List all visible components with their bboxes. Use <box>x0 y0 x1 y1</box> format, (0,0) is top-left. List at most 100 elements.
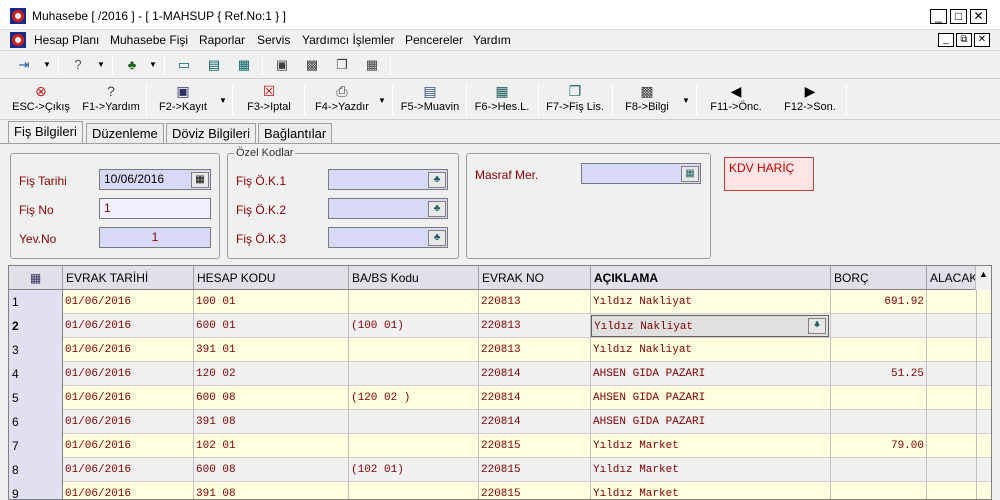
cell-aciklama[interactable]: Yıldız Market <box>591 434 831 458</box>
report-icon[interactable]: ▣ <box>272 56 292 74</box>
column-ba-bs-kodu[interactable]: BA/BS Kodu <box>349 266 479 290</box>
menu-raporlar[interactable]: Raporlar <box>199 33 245 47</box>
menu-servis[interactable]: Servis <box>257 33 290 47</box>
cell-alacak[interactable] <box>927 434 977 458</box>
f2-save-button[interactable]: ▣ F2->Kayıt <box>152 82 214 118</box>
cell-evrak-tarihi[interactable]: 01/06/2016 <box>63 458 194 482</box>
cell-evrak-tarihi[interactable]: 01/06/2016 <box>63 410 194 434</box>
cell-aciklama[interactable]: AHSEN GIDA PAZARI <box>591 386 831 410</box>
mdi-restore-button[interactable]: ⧉ <box>956 33 972 47</box>
list-icon[interactable]: ▦ <box>234 56 254 74</box>
form-icon[interactable]: ▤ <box>204 56 224 74</box>
chevron-down-icon[interactable]: ▼ <box>681 92 691 110</box>
cell-alacak[interactable] <box>927 386 977 410</box>
table-row[interactable]: 2 01/06/2016 600 01 (100 01) 220813 Yıldız Na… <box>9 314 991 338</box>
cell-evrak-no[interactable]: 220813 <box>479 314 591 338</box>
cell-evrak-no[interactable]: 220815 <box>479 458 591 482</box>
cell-evrak-tarihi[interactable]: 01/06/2016 <box>63 338 194 362</box>
cell-evrak-no[interactable]: 220815 <box>479 434 591 458</box>
table-row[interactable]: 7 01/06/2016 102 01 220815 Yıldız Market 79.0… <box>9 434 991 458</box>
f12-next-button[interactable]: ▶ F12->Son. <box>776 82 844 118</box>
cell-aciklama[interactable]: Yıldız Market <box>591 458 831 482</box>
cell-ba-bs-kodu[interactable]: (102 01) <box>349 458 479 482</box>
tab-fis-bilgileri[interactable]: Fiş Bilgileri <box>8 121 83 144</box>
f5-muavin-button[interactable]: ▤ F5->Muavin <box>396 82 464 118</box>
exit-door-icon[interactable]: ⇥ <box>14 56 34 74</box>
row-number[interactable]: 1 <box>9 290 63 314</box>
close-button[interactable]: ✕ <box>970 9 987 24</box>
menu-hesap-plani[interactable]: Hesap Planı <box>34 33 99 47</box>
cell-hesap-kodu[interactable]: 120 02 <box>194 362 349 386</box>
cell-borc[interactable]: 51.25 <box>831 362 927 386</box>
cell-hesap-kodu[interactable]: 391 01 <box>194 338 349 362</box>
cell-alacak[interactable] <box>927 362 977 386</box>
table-icon[interactable]: ▦ <box>362 56 382 74</box>
esc-exit-button[interactable]: ⊗ ESC->Çıkış <box>8 82 74 118</box>
cell-hesap-kodu[interactable]: 600 08 <box>194 386 349 410</box>
list-lookup-icon[interactable]: ▦ <box>681 166 699 182</box>
window-icon[interactable]: ▭ <box>174 56 194 74</box>
chevron-down-icon[interactable]: ▼ <box>377 92 387 110</box>
cell-hesap-kodu[interactable]: 391 08 <box>194 482 349 499</box>
cell-evrak-tarihi[interactable]: 01/06/2016 <box>63 314 194 338</box>
cell-borc[interactable] <box>831 386 927 410</box>
calendar-icon[interactable]: ▦ <box>191 172 209 188</box>
cell-alacak[interactable] <box>927 458 977 482</box>
table-row[interactable]: 4 01/06/2016 120 02 220814 AHSEN GIDA PAZARI… <box>9 362 991 386</box>
cell-borc[interactable] <box>831 314 927 338</box>
cell-alacak[interactable] <box>927 290 977 314</box>
cell-alacak[interactable] <box>927 410 977 434</box>
cell-aciklama[interactable]: Yıldız Nakliyat ♣ <box>591 314 831 338</box>
cell-aciklama[interactable]: Yıldız Nakliyat <box>591 290 831 314</box>
row-number[interactable]: 6 <box>9 410 63 434</box>
menu-yardim[interactable]: Yardım <box>473 33 511 47</box>
f1-help-button[interactable]: ? F1->Yardım <box>80 82 142 118</box>
aciklama-edit-field[interactable]: Yıldız Nakliyat ♣ <box>591 315 829 337</box>
menu-yardimci-islemler[interactable]: Yardımcı İşlemler <box>302 33 394 47</box>
minimize-button[interactable]: _ <box>930 9 947 24</box>
cell-evrak-tarihi[interactable]: 01/06/2016 <box>63 482 194 499</box>
cell-hesap-kodu[interactable]: 102 01 <box>194 434 349 458</box>
f3-cancel-button[interactable]: ☒ F3->Iptal <box>238 82 300 118</box>
cell-ba-bs-kodu[interactable] <box>349 290 479 314</box>
row-number[interactable]: 8 <box>9 458 63 482</box>
help-icon[interactable]: ? <box>68 56 88 74</box>
f11-previous-button[interactable]: ◀ F11->Önc. <box>702 82 770 118</box>
cell-borc[interactable]: 691.92 <box>831 290 927 314</box>
row-number[interactable]: 9 <box>9 482 63 499</box>
mdi-close-button[interactable]: ✕ <box>974 33 990 47</box>
column-evrak-tarihi[interactable]: EVRAK TARİHİ <box>63 266 194 290</box>
table-row[interactable]: 3 01/06/2016 391 01 220813 Yıldız Nakliyat <box>9 338 991 362</box>
cell-ba-bs-kodu[interactable] <box>349 482 479 499</box>
chevron-down-icon[interactable]: ▼ <box>218 92 228 110</box>
cell-evrak-no[interactable]: 220813 <box>479 290 591 314</box>
cell-borc[interactable] <box>831 338 927 362</box>
cell-borc[interactable]: 79.00 <box>831 434 927 458</box>
f4-print-button[interactable]: ⎙ F4->Yazdır <box>310 82 374 118</box>
table-row[interactable]: 5 01/06/2016 600 08 (120 02 ) 220814 AHSEN GI… <box>9 386 991 410</box>
f8-info-button[interactable]: ▩ F8->Bilgi <box>616 82 678 118</box>
column-aciklama[interactable]: AÇIKLAMA <box>591 266 831 290</box>
cell-ba-bs-kodu[interactable] <box>349 338 479 362</box>
column-alacak[interactable]: ALACAK <box>927 266 977 290</box>
lookup-icon[interactable]: ♣ <box>428 230 446 246</box>
menu-pencereler[interactable]: Pencereler <box>405 33 463 47</box>
column-evrak-no[interactable]: EVRAK NO <box>479 266 591 290</box>
fis-no-field[interactable]: 1 <box>99 198 211 219</box>
row-number[interactable]: 5 <box>9 386 63 410</box>
cell-borc[interactable] <box>831 482 927 499</box>
menu-muhasebe-fisi[interactable]: Muhasebe Fişi <box>110 33 188 47</box>
f7-voucher-list-button[interactable]: ❐ F7->Fiş Lis. <box>542 82 608 118</box>
cell-aciklama[interactable]: Yıldız Market <box>591 482 831 499</box>
maximize-button[interactable]: □ <box>950 9 967 24</box>
cell-alacak[interactable] <box>927 338 977 362</box>
lookup-icon[interactable]: ♣ <box>428 201 446 217</box>
cell-aciklama[interactable]: AHSEN GIDA PAZARI <box>591 362 831 386</box>
cell-borc[interactable] <box>831 458 927 482</box>
yev-no-field[interactable]: 1 <box>99 227 211 248</box>
scroll-up-button[interactable]: ▲ <box>975 266 991 283</box>
chevron-down-icon[interactable]: ▼ <box>148 56 158 74</box>
cell-ba-bs-kodu[interactable]: (100 01) <box>349 314 479 338</box>
cell-hesap-kodu[interactable]: 391 08 <box>194 410 349 434</box>
users-icon[interactable]: ♣ <box>122 56 142 74</box>
